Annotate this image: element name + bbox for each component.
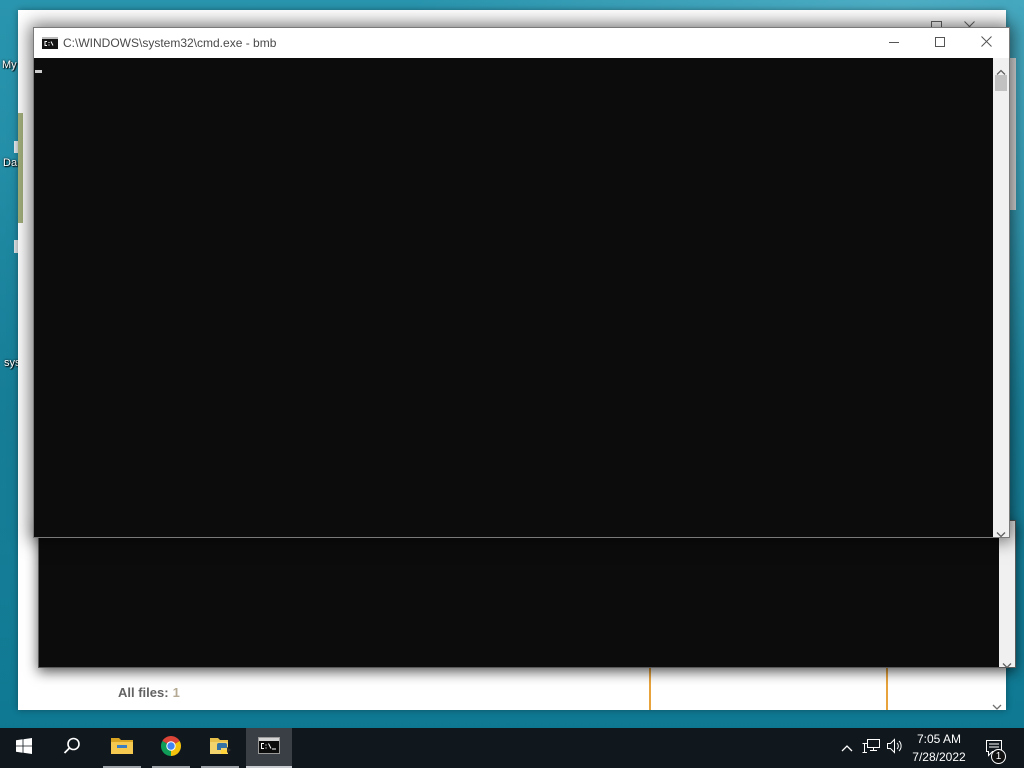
close-icon (980, 34, 992, 52)
maximize-button[interactable] (917, 28, 963, 58)
volume-icon (886, 737, 904, 759)
sidebar-accent-bar (18, 113, 23, 223)
search-button[interactable] (48, 728, 96, 768)
desktop-icon-label[interactable]: Da (3, 157, 17, 170)
taskbar-chrome[interactable] (148, 728, 194, 768)
cmd-icon (258, 737, 280, 759)
volume-button[interactable] (885, 728, 905, 768)
all-files-label: All files: (118, 685, 169, 700)
scroll-down-icon[interactable] (1002, 656, 1012, 669)
minimize-button[interactable] (871, 28, 917, 58)
taskbar: 7:05 AM 7/28/2022 1 (0, 728, 1024, 768)
notification-count-badge: 1 (991, 749, 1006, 764)
console-scrollbar[interactable] (993, 58, 1009, 538)
taskbar-file-explorer[interactable] (99, 728, 145, 768)
start-button[interactable] (0, 728, 48, 768)
search-icon (63, 737, 81, 760)
column-divider (886, 668, 888, 710)
taskbar-python[interactable] (197, 728, 243, 768)
clock-time: 7:05 AM (916, 732, 962, 746)
all-files-count: 1 (172, 685, 180, 700)
window-title: C:\WINDOWS\system32\cmd.exe - bmb (63, 36, 277, 50)
cmd-icon[interactable] (42, 36, 58, 49)
show-hidden-icons-button[interactable] (838, 728, 856, 768)
desktop-icon-label[interactable]: My (2, 59, 17, 72)
close-button[interactable] (963, 28, 1009, 58)
clock-date: 7/28/2022 (912, 750, 966, 764)
scroll-down-icon[interactable] (992, 698, 1002, 710)
network-button[interactable] (861, 728, 881, 768)
scroll-up-icon[interactable] (996, 63, 1006, 75)
background-scrollbar-fragment[interactable] (1010, 58, 1016, 210)
chrome-icon (160, 735, 182, 762)
column-divider (649, 668, 651, 710)
maximize-icon (935, 34, 945, 52)
background-console-window[interactable] (38, 520, 1016, 669)
all-files-summary: All files: 1 (118, 685, 180, 700)
console-scrollbar[interactable] (999, 521, 1015, 669)
console-output-area[interactable] (34, 58, 993, 537)
console-window[interactable]: C:\WINDOWS\system32\cmd.exe - bmb (33, 27, 1010, 538)
scroll-down-icon[interactable] (996, 525, 1006, 538)
file-explorer-icon (110, 736, 134, 761)
clock[interactable]: 7:05 AM 7/28/2022 (908, 728, 970, 768)
taskbar-command-prompt[interactable] (246, 728, 292, 768)
scrollbar-thumb[interactable] (995, 75, 1007, 91)
text-cursor (35, 70, 42, 73)
title-bar[interactable]: C:\WINDOWS\system32\cmd.exe - bmb (34, 28, 1009, 58)
network-icon (862, 738, 880, 759)
windows-start-icon (16, 737, 32, 759)
python-icon (208, 735, 232, 762)
minimize-icon (889, 34, 899, 52)
chevron-up-icon (841, 739, 853, 757)
action-center-button[interactable]: 1 (980, 728, 1010, 768)
